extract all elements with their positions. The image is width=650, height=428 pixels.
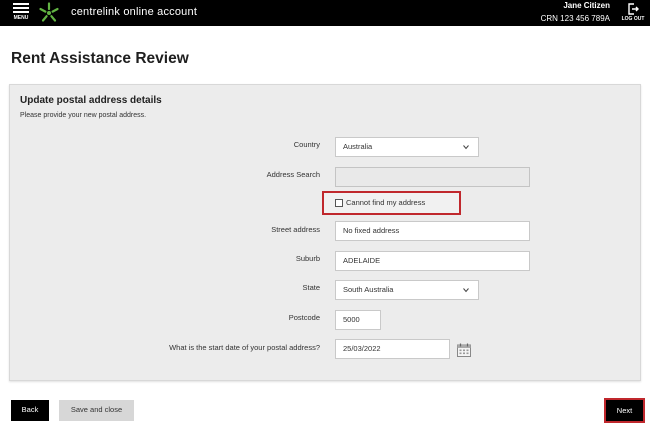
state-label: State — [302, 283, 320, 292]
start-date-input[interactable]: 25/03/2022 — [335, 339, 450, 359]
user-name: Jane Citizen — [563, 1, 610, 10]
logout-icon — [628, 3, 639, 15]
back-button[interactable]: Back — [11, 400, 49, 421]
suburb-input[interactable]: ADELAIDE — [335, 251, 530, 271]
chevron-down-icon — [463, 145, 469, 150]
street-address-input[interactable]: No fixed address — [335, 221, 530, 241]
postal-address-panel: Update postal address details Please pro… — [9, 84, 641, 381]
postcode-input[interactable]: 5000 — [335, 310, 381, 330]
cannot-find-address-checkbox[interactable]: Cannot find my address — [322, 191, 461, 215]
save-and-close-button[interactable]: Save and close — [59, 400, 134, 421]
menu-button[interactable]: MENU — [10, 3, 32, 23]
next-button[interactable]: Next — [604, 398, 645, 423]
top-navigation-bar: MENU centrelink online account Jane Citi… — [0, 0, 650, 26]
customer-reference-number: CRN 123 456 789A — [540, 14, 610, 23]
chevron-down-icon — [463, 288, 469, 293]
app-title: centrelink online account — [71, 6, 198, 18]
street-address-label: Street address — [271, 225, 320, 234]
panel-subtitle: Please provide your new postal address. — [20, 112, 147, 119]
postcode-label: Postcode — [288, 313, 320, 322]
hamburger-icon — [13, 3, 29, 13]
page-title: Rent Assistance Review — [11, 50, 189, 67]
start-date-label: What is the start date of your postal ad… — [169, 343, 320, 352]
state-value: South Australia — [343, 285, 394, 294]
country-label: Country — [293, 140, 320, 149]
checkbox-icon[interactable] — [335, 199, 343, 207]
logout-button[interactable]: LOG OUT — [620, 3, 646, 25]
menu-label: MENU — [13, 15, 29, 21]
country-value: Australia — [343, 142, 373, 151]
address-search-input[interactable] — [335, 167, 530, 187]
panel-title: Update postal address details — [20, 95, 162, 106]
country-select[interactable]: Australia — [335, 137, 479, 157]
cannot-find-address-label: Cannot find my address — [346, 198, 426, 207]
suburb-label: Suburb — [295, 254, 320, 263]
calendar-icon[interactable] — [456, 342, 472, 358]
state-select[interactable]: South Australia — [335, 280, 479, 300]
logout-label: LOG OUT — [621, 16, 645, 22]
centrelink-star-logo — [39, 2, 59, 22]
address-search-label: Address Search — [266, 170, 320, 179]
